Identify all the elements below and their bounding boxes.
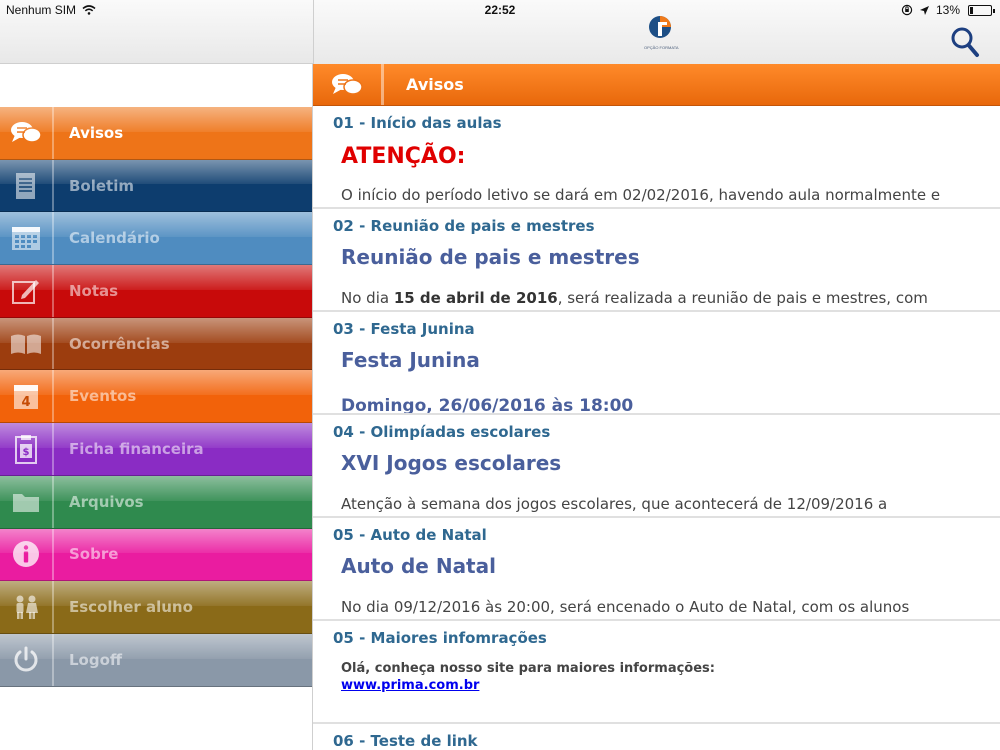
notice-title: 03 - Festa Junina [333, 320, 475, 338]
calendar-day-icon: 4 [0, 370, 54, 423]
sidebar-item-logoff[interactable]: Logoff [0, 633, 312, 687]
notices-list[interactable]: 01 - Início das aulas ATENÇÃO: O início … [313, 106, 1000, 750]
sidebar-item-eventos[interactable]: 4 Eventos [0, 370, 312, 424]
location-arrow-icon [919, 5, 929, 15]
sidebar-item-ocorrencias[interactable]: Ocorrências [0, 317, 312, 371]
notice-title: 04 - Olimpíadas escolares [333, 423, 551, 441]
app-screen: Nenhum SIM 22:52 13% OPÇÃO FORMATA Aviso… [0, 0, 1000, 750]
sidebar-item-label: Avisos [69, 123, 124, 142]
notice-heading: ATENÇÃO: [341, 144, 466, 169]
sidebar-menu: Avisos Boletim Calendário Notas Ocorrênc… [0, 64, 313, 750]
sidebar-item-boletim[interactable]: Boletim [0, 159, 312, 213]
sidebar-item-label: Ficha financeira [69, 439, 204, 458]
sidebar-item-label: Arquivos [69, 492, 144, 511]
notice-body: Atenção à semana dos jogos escolares, qu… [341, 495, 888, 513]
sidebar-item-arquivos[interactable]: Arquivos [0, 475, 312, 529]
power-icon [0, 633, 54, 686]
notice-body: No dia 09/12/2016 às 20:00, será encenad… [341, 598, 910, 616]
sidebar-item-sobre[interactable]: Sobre [0, 528, 312, 582]
notice-title: 01 - Início das aulas [333, 114, 502, 132]
info-icon [0, 528, 54, 581]
content-header: Avisos [313, 64, 1000, 106]
list-item[interactable]: 04 - Olimpíadas escolares XVI Jogos esco… [313, 415, 1000, 518]
chat-bubbles-icon [0, 107, 54, 159]
notice-title: 05 - Auto de Natal [333, 526, 487, 544]
orientation-lock-icon [901, 4, 913, 16]
list-item[interactable]: 06 - Teste de link [313, 724, 1000, 750]
notice-body-text: , será realizada a reunião de pais e mes… [557, 289, 928, 307]
open-book-icon [0, 317, 54, 370]
list-item[interactable]: 02 - Reunião de pais e mestres Reunião d… [313, 209, 1000, 312]
notice-text: Olá, conheça nosso site para maiores inf… [341, 661, 715, 676]
sidebar-item-label: Sobre [69, 545, 119, 564]
sidebar-item-label: Eventos [69, 387, 137, 406]
status-right: 13% [901, 3, 995, 17]
clock: 22:52 [484, 3, 516, 17]
search-icon [951, 27, 979, 57]
logo-text: OPÇÃO FORMATA [644, 45, 679, 50]
sidebar-item-ficha-financeira[interactable]: $ Ficha financeira [0, 423, 312, 476]
notice-title: 06 - Teste de link [333, 732, 478, 750]
notice-body: No dia 15 de abril de 2016, será realiza… [341, 289, 928, 307]
sidebar-item-label: Calendário [69, 229, 160, 248]
notice-heading: Auto de Natal [341, 554, 496, 578]
svg-text:4: 4 [21, 395, 30, 410]
clipboard-dollar-icon: $ [0, 423, 54, 475]
page-title: Avisos [406, 75, 464, 94]
document-icon [0, 159, 54, 212]
children-icon [0, 581, 54, 633]
sidebar-item-label: Escolher aluno [69, 598, 193, 617]
battery-percent: 13% [935, 3, 960, 17]
svg-text:$: $ [23, 447, 30, 458]
pencil-note-icon [0, 265, 54, 317]
notice-subheading: Domingo, 26/06/2016 às 18:00 [341, 396, 634, 415]
notice-body-text: No dia [341, 289, 394, 307]
sidebar-item-calendario[interactable]: Calendário [0, 212, 312, 266]
list-item[interactable]: 03 - Festa Junina Festa Junina Domingo, … [313, 312, 1000, 415]
calendar-grid-icon [0, 212, 54, 265]
notice-heading: Festa Junina [341, 348, 480, 372]
sidebar-item-notas[interactable]: Notas [0, 265, 312, 318]
sidebar-item-avisos[interactable]: Avisos [0, 107, 312, 160]
list-item[interactable]: 01 - Início das aulas ATENÇÃO: O início … [313, 106, 1000, 209]
website-link[interactable]: www.prima.com.br [341, 678, 479, 693]
list-item[interactable]: 05 - Maiores infomrações Olá, conheça no… [313, 621, 1000, 724]
sidebar-item-label: Ocorrências [69, 334, 170, 353]
battery-level [970, 6, 973, 14]
notice-title: 02 - Reunião de pais e mestres [333, 217, 595, 235]
search-button[interactable] [950, 26, 980, 58]
status-bar: Nenhum SIM 22:52 13% [0, 0, 1000, 20]
notice-heading: XVI Jogos escolares [341, 451, 562, 475]
notice-title: 05 - Maiores infomrações [333, 629, 547, 647]
sidebar-item-label: Notas [69, 281, 119, 300]
sidebar-item-escolher-aluno[interactable]: Escolher aluno [0, 581, 312, 634]
folder-icon [0, 475, 54, 528]
notice-body-bold: 15 de abril de 2016 [393, 289, 558, 307]
notice-heading: Reunião de pais e mestres [341, 245, 640, 269]
battery-icon [968, 4, 995, 16]
list-item[interactable]: 05 - Auto de Natal Auto de Natal No dia … [313, 518, 1000, 621]
sidebar-item-label: Logoff [69, 650, 123, 669]
notice-body: O início do período letivo se dará em 02… [341, 186, 941, 204]
chat-bubbles-icon [313, 64, 384, 105]
sidebar-item-label: Boletim [69, 176, 134, 195]
